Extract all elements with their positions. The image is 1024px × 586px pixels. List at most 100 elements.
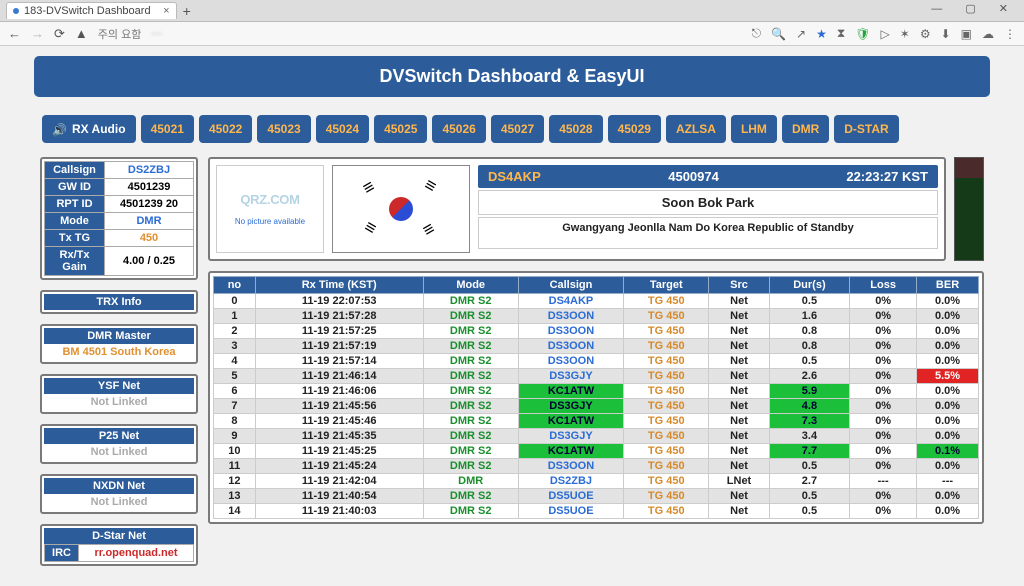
log-no: 6 <box>214 384 256 399</box>
menu-icon[interactable]: ⋮ <box>1004 27 1016 41</box>
translate-icon[interactable]: ⎋ <box>752 26 762 41</box>
log-time: 11-19 21:57:19 <box>255 339 423 354</box>
log-src: Net <box>709 399 769 414</box>
log-time: 11-19 21:57:28 <box>255 309 423 324</box>
nav-button-45026[interactable]: 45026 <box>432 115 485 143</box>
log-ber: 0.0% <box>917 414 979 429</box>
window-controls[interactable]: — ▢ ✕ <box>931 2 1018 15</box>
log-src: Net <box>709 339 769 354</box>
log-row: 411-19 21:57:14DMR S2DS3OONTG 450Net0.50… <box>214 354 979 369</box>
log-src: Net <box>709 459 769 474</box>
log-row: 911-19 21:45:35DMR S2DS3GJYTG 450Net3.40… <box>214 429 979 444</box>
nav-button-lhm[interactable]: LHM <box>731 115 777 143</box>
nav-button-label: D-STAR <box>844 122 888 136</box>
log-src: Net <box>709 504 769 519</box>
nav-button-45023[interactable]: 45023 <box>257 115 310 143</box>
log-src: Net <box>709 444 769 459</box>
download-icon[interactable]: ⬇ <box>941 27 951 41</box>
rx-audio-button[interactable]: RX Audio <box>42 115 136 143</box>
gwid-key: GW ID <box>45 179 105 196</box>
nav-button-45027[interactable]: 45027 <box>491 115 544 143</box>
ext3-icon[interactable]: ✶ <box>900 27 910 41</box>
log-ber: 0.0% <box>917 339 979 354</box>
log-row: 111-19 21:57:28DMR S2DS3OONTG 450Net1.60… <box>214 309 979 324</box>
log-target: TG 450 <box>624 459 709 474</box>
ext4-icon[interactable]: ⚙ <box>920 27 931 41</box>
log-ber: 0.0% <box>917 294 979 309</box>
log-header: Src <box>709 277 769 294</box>
gain-key: Rx/Tx Gain <box>45 247 105 276</box>
forward-icon[interactable]: → <box>31 26 44 41</box>
log-callsign: DS3OON <box>518 309 623 324</box>
log-header-row: noRx Time (KST)ModeCallsignTargetSrcDur(… <box>214 277 979 294</box>
nxdn-val: Not Linked <box>44 494 194 510</box>
cloud-icon[interactable]: ☁ <box>982 27 994 41</box>
log-ber: 0.0% <box>917 384 979 399</box>
nav-button-label: DMR <box>792 122 819 136</box>
nxdn-panel: NXDN Net Not Linked <box>40 474 198 514</box>
no-picture-label: No picture available <box>235 217 305 226</box>
mode-key: Mode <box>45 213 105 230</box>
browser-tab[interactable]: 183-DVSwitch Dashboard × <box>6 2 177 19</box>
close-tab-icon[interactable]: × <box>163 5 169 17</box>
log-mode: DMR S2 <box>423 399 518 414</box>
nav-button-45024[interactable]: 45024 <box>316 115 369 143</box>
log-ber: 0.0% <box>917 354 979 369</box>
security-warning-icon[interactable]: ▲ <box>75 26 88 41</box>
log-callsign: DS2ZBJ <box>518 474 623 489</box>
shield-icon[interactable]: 🛡 <box>855 27 870 41</box>
log-ber: 0.0% <box>917 459 979 474</box>
nav-button-45025[interactable]: 45025 <box>374 115 427 143</box>
log-header: Rx Time (KST) <box>255 277 423 294</box>
ysf-val: Not Linked <box>44 394 194 410</box>
nav-button-45029[interactable]: 45029 <box>608 115 661 143</box>
log-target: TG 450 <box>624 444 709 459</box>
log-ber: 0.1% <box>917 444 979 459</box>
page: DVSwitch Dashboard & EasyUI RX Audio 450… <box>32 56 992 586</box>
log-header: Callsign <box>518 277 623 294</box>
nav-button-d-star[interactable]: D-STAR <box>834 115 898 143</box>
zoom-icon[interactable]: 🔍 <box>771 27 786 41</box>
log-ber: --- <box>917 474 979 489</box>
log-time: 11-19 21:45:56 <box>255 399 423 414</box>
callsign-key: Callsign <box>45 162 105 179</box>
nav-button-45028[interactable]: 45028 <box>549 115 602 143</box>
nav-button-45021[interactable]: 45021 <box>141 115 194 143</box>
log-no: 5 <box>214 369 256 384</box>
nav-button-label: 45028 <box>559 122 592 136</box>
tab-favicon <box>13 8 19 14</box>
share-icon[interactable]: ↗ <box>796 27 806 41</box>
bookmark-icon[interactable]: ★ <box>816 27 827 41</box>
log-no: 0 <box>214 294 256 309</box>
log-target: TG 450 <box>624 489 709 504</box>
log-src: Net <box>709 309 769 324</box>
speaker-icon <box>52 123 66 135</box>
log-time: 11-19 21:45:46 <box>255 414 423 429</box>
ext2-icon[interactable]: ▷ <box>881 27 890 41</box>
log-row: 211-19 21:57:25DMR S2DS3OONTG 450Net0.80… <box>214 324 979 339</box>
log-no: 7 <box>214 399 256 414</box>
log-callsign: KC1ATW <box>518 444 623 459</box>
log-mode: DMR S2 <box>423 444 518 459</box>
log-ber: 0.0% <box>917 324 979 339</box>
log-body: 011-19 22:07:53DMR S2DS4AKPTG 450Net0.50… <box>214 294 979 519</box>
extension-icon[interactable]: ⧗ <box>837 26 845 41</box>
nav-button-45022[interactable]: 45022 <box>199 115 252 143</box>
log-row: 711-19 21:45:56DMR S2DS3GJYTG 450Net4.80… <box>214 399 979 414</box>
ysf-panel: YSF Net Not Linked <box>40 374 198 414</box>
log-dur: 0.5 <box>769 489 850 504</box>
log-time: 11-19 21:46:06 <box>255 384 423 399</box>
reload-icon[interactable]: ⟳ <box>54 26 65 42</box>
new-tab-button[interactable]: + <box>183 3 191 19</box>
log-row: 1211-19 21:42:04DMRDS2ZBJTG 450LNet2.7--… <box>214 474 979 489</box>
apps-icon[interactable]: ▣ <box>961 27 972 41</box>
back-icon[interactable]: ← <box>8 26 21 41</box>
nav-button-azlsa[interactable]: AZLSA <box>666 115 726 143</box>
log-row: 1411-19 21:40:03DMR S2DS5UOETG 450Net0.5… <box>214 504 979 519</box>
callsign-val: DS2ZBJ <box>105 162 194 179</box>
left-column: CallsignDS2ZBJ GW ID4501239 RPT ID450123… <box>40 157 198 566</box>
browser-urlbar: ← → ⟳ ▲ 주의 요함 ··· ⎋ 🔍 ↗ ★ ⧗ 🛡 ▷ ✶ ⚙ ⬇ ▣ … <box>0 22 1024 46</box>
dmrmaster-head: DMR Master <box>44 328 194 344</box>
gwid-val: 4501239 <box>105 179 194 196</box>
nav-button-dmr[interactable]: DMR <box>782 115 829 143</box>
